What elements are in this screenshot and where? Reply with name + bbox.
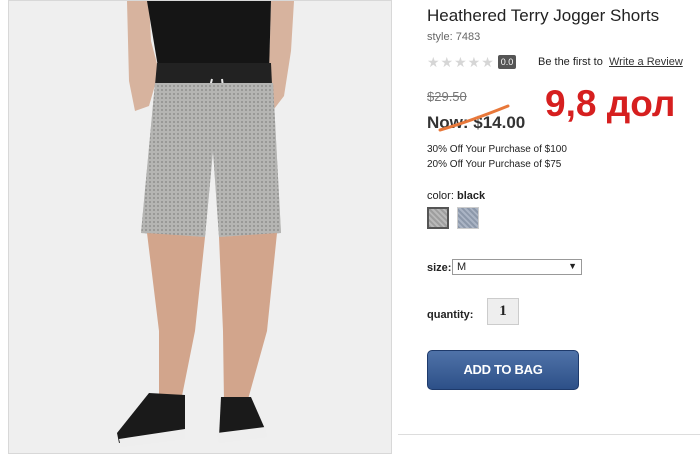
add-to-bag-button[interactable]: ADD TO BAG	[427, 350, 579, 390]
size-label: size:	[427, 262, 452, 274]
strikethrough-annotation-icon	[438, 104, 510, 132]
color-swatch-alt[interactable]	[457, 207, 479, 229]
divider	[398, 434, 700, 435]
product-image[interactable]	[8, 0, 392, 454]
promo-line-1: 30% Off Your Purchase of $100	[427, 144, 567, 155]
rating-score-badge: 0.0	[497, 55, 517, 69]
quantity-input[interactable]: 1	[487, 298, 519, 325]
size-selected-value: M	[457, 261, 467, 273]
selected-color-value: black	[456, 190, 486, 202]
color-swatch-selected[interactable]	[427, 207, 449, 229]
color-label: color: black	[427, 190, 485, 202]
review-prompt-text: Be the first to	[538, 56, 603, 68]
original-price: $29.50	[427, 89, 467, 104]
rating: ★★★★★ 0.0	[427, 53, 517, 71]
size-select[interactable]: M ▼	[452, 259, 582, 275]
quantity-label: quantity:	[427, 309, 474, 321]
write-review-link[interactable]: Write a Review	[609, 56, 683, 68]
color-label-text: color:	[427, 190, 454, 202]
model-wearing-shorts-illustration	[9, 1, 391, 453]
promo-line-2: 20% Off Your Purchase of $75	[427, 159, 562, 170]
price-annotation: 9,8 дол	[545, 83, 676, 124]
star-rating-icon: ★★★★★	[427, 53, 495, 70]
product-title: Heathered Terry Jogger Shorts	[427, 6, 660, 25]
chevron-down-icon: ▼	[568, 261, 577, 271]
product-style-number: style: 7483	[427, 31, 481, 43]
